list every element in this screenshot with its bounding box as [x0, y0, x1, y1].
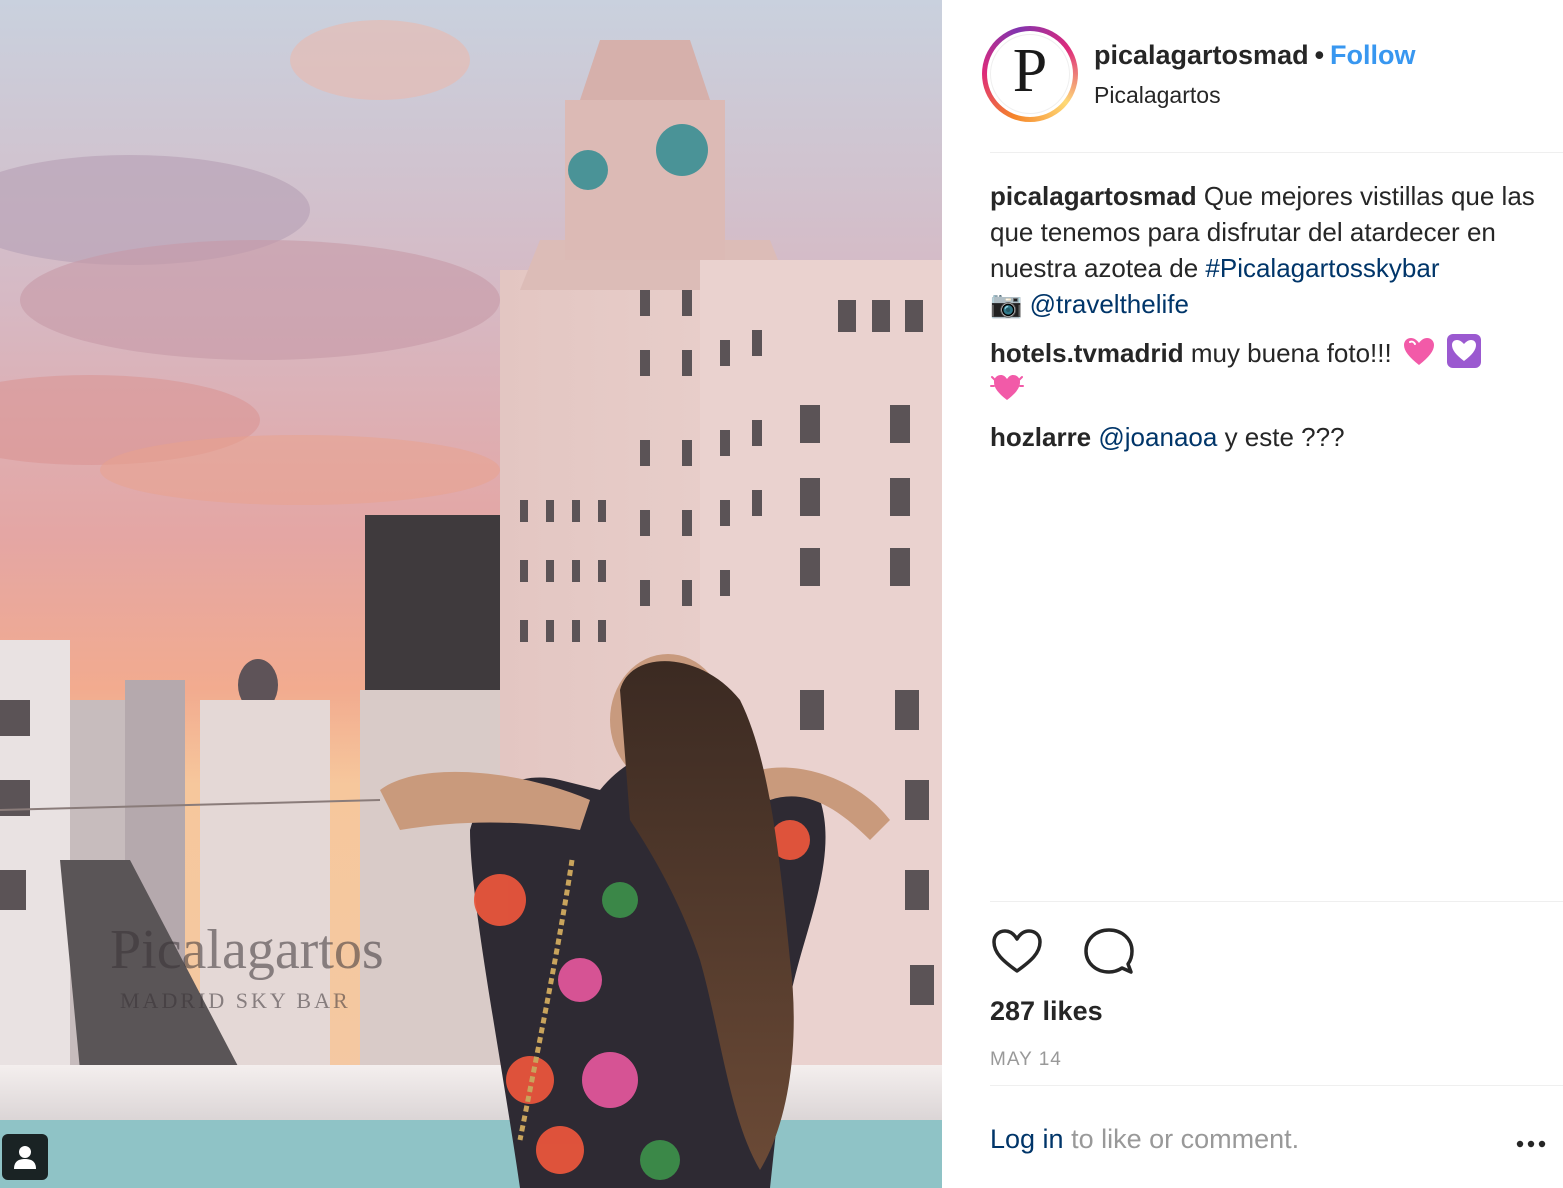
mention-link[interactable]: @travelthelife: [1030, 289, 1189, 319]
watermark-title: Picalagartos: [110, 919, 384, 981]
comment-username[interactable]: hotels.tvmadrid: [990, 338, 1184, 368]
separator-dot: •: [1314, 40, 1325, 70]
heart-pink-icon: [1403, 338, 1434, 365]
avatar[interactable]: P: [982, 26, 1078, 122]
post-header: P picalagartosmad • Follow Picalagartos: [982, 24, 1562, 124]
comment-item: hotels.tvmadrid muy buena foto!!!: [990, 334, 1560, 407]
post-username[interactable]: picalagartosmad: [1094, 40, 1309, 70]
more-options-icon: [1516, 1140, 1546, 1148]
follow-button[interactable]: Follow: [1330, 40, 1415, 70]
comment-item: hozlarre @joanaoa y este ???: [990, 419, 1560, 455]
divider-actions: [990, 901, 1563, 902]
hashtag-link[interactable]: #Picalagartosskybar: [1205, 253, 1439, 283]
post-sidebar: P picalagartosmad • Follow Picalagartos pi…: [942, 0, 1563, 1188]
heart-pink-glow-icon: [990, 375, 1024, 400]
comment-button[interactable]: [1082, 924, 1136, 978]
username-row: picalagartosmad • Follow: [1094, 40, 1416, 71]
heart-purple-icon: [1447, 334, 1482, 368]
watermark-subtitle: MADRID SKY BAR: [120, 988, 351, 1013]
mention-link[interactable]: @joanaoa: [1098, 422, 1217, 452]
user-silhouette-icon: [14, 1146, 36, 1169]
comment-text: y este ???: [1224, 422, 1345, 452]
comment-username[interactable]: picalagartosmad: [990, 181, 1197, 211]
login-prompt: Log in to like or comment.: [990, 1124, 1299, 1155]
like-button[interactable]: [990, 924, 1044, 978]
likes-count[interactable]: 287 likes: [990, 996, 1103, 1027]
caption-comment: picalagartosmad Que mejores vistillas qu…: [990, 178, 1560, 322]
photo-illustration: Picalagartos MADRID SKY BAR: [0, 0, 942, 1188]
divider-footer: [990, 1085, 1563, 1086]
more-options-button[interactable]: [1511, 1126, 1551, 1162]
comment-text: muy buena foto!!!: [1190, 338, 1392, 368]
comment-bubble-icon: [1084, 928, 1134, 974]
avatar-inner: P: [987, 31, 1073, 117]
avatar-letter: P: [990, 34, 1070, 114]
camera-emoji-icon: 📷: [990, 289, 1023, 319]
post-date[interactable]: MAY 14: [990, 1049, 1062, 1071]
comment-username[interactable]: hozlarre: [990, 422, 1091, 452]
user-tag-icon[interactable]: [2, 1134, 48, 1180]
location-link[interactable]: Picalagartos: [1094, 82, 1221, 109]
divider-top: [990, 152, 1563, 153]
post-photo[interactable]: Picalagartos MADRID SKY BAR: [0, 0, 942, 1188]
post-actions: [990, 924, 1136, 980]
comments-list: picalagartosmad Que mejores vistillas qu…: [990, 178, 1560, 467]
login-suffix: to like or comment.: [1071, 1124, 1300, 1154]
login-link[interactable]: Log in: [990, 1124, 1064, 1154]
heart-outline-icon: [992, 929, 1042, 973]
